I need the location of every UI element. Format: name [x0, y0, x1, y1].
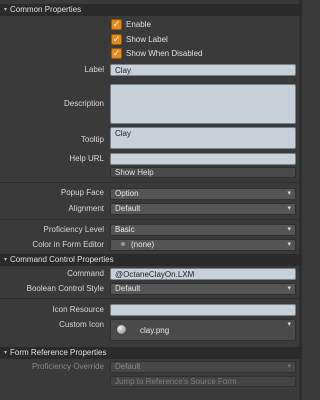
description-textarea[interactable] — [110, 84, 296, 124]
chevron-down-icon: ▾ — [287, 190, 291, 197]
show-label-label: Show Label — [126, 35, 168, 44]
label-field-label: Label — [84, 65, 104, 74]
collapse-triangle-icon: ▾ — [4, 350, 8, 356]
icon-resource-label: Icon Resource — [52, 305, 104, 314]
tooltip-textarea[interactable]: Clay — [110, 127, 296, 149]
proficiency-level-dropdown[interactable]: Basic ▾ — [110, 224, 296, 236]
proficiency-level-label: Proficiency Level — [43, 225, 104, 234]
show-when-disabled-label: Show When Disabled — [126, 49, 203, 58]
chevron-down-icon: ▾ — [287, 285, 291, 292]
boolean-control-style-dropdown[interactable]: Default ▾ — [110, 283, 296, 295]
command-input[interactable]: @OctaneClayOn.LXM — [110, 268, 296, 280]
checkmark-icon: ✓ — [112, 48, 121, 58]
section-title: Command Control Properties — [10, 255, 114, 264]
chevron-down-icon: ▾ — [287, 241, 291, 248]
collapse-triangle-icon: ▾ — [4, 257, 8, 263]
section-title: Common Properties — [10, 5, 82, 14]
chevron-down-icon: ▾ — [287, 321, 291, 328]
collapse-triangle-icon: ▾ — [4, 7, 8, 13]
divider — [0, 219, 302, 220]
boolean-control-style-label: Boolean Control Style — [26, 284, 104, 293]
proficiency-level-value: Basic — [115, 225, 135, 234]
panel-scrollbar[interactable] — [299, 0, 302, 400]
enable-label: Enable — [126, 20, 151, 29]
color-value: (none) — [131, 240, 155, 249]
section-title: Form Reference Properties — [10, 348, 107, 357]
chevron-down-icon: ▾ — [287, 205, 291, 212]
checkmark-icon: ✓ — [112, 34, 121, 44]
clay-sphere-icon — [117, 325, 126, 334]
command-control-properties-header[interactable]: ▾ Command Control Properties — [0, 254, 302, 266]
proficiency-override-label: Proficiency Override — [31, 362, 104, 371]
common-properties-header[interactable]: ▾ Common Properties — [0, 4, 302, 16]
alignment-value: Default — [115, 204, 141, 213]
form-reference-properties-header[interactable]: ▾ Form Reference Properties — [0, 347, 302, 359]
help-url-input[interactable] — [110, 153, 296, 165]
color-in-form-editor-dropdown[interactable]: (none) ▾ — [110, 239, 296, 251]
alignment-dropdown[interactable]: Default ▾ — [110, 203, 296, 215]
icon-resource-input[interactable] — [110, 304, 296, 316]
checkmark-icon: ✓ — [112, 19, 121, 29]
custom-icon-filename: clay.png — [140, 326, 170, 335]
popup-face-dropdown[interactable]: Option ▾ — [110, 188, 296, 200]
help-url-label: Help URL — [69, 154, 104, 163]
tooltip-label: Tooltip — [80, 135, 104, 144]
description-label: Description — [63, 99, 104, 108]
chevron-down-icon: ▾ — [287, 226, 291, 233]
command-label: Command — [67, 269, 104, 278]
boolean-control-style-value: Default — [115, 284, 141, 293]
proficiency-override-dropdown[interactable]: Default ▾ — [110, 361, 296, 373]
color-in-form-editor-label: Color in Form Editor — [32, 240, 104, 249]
divider — [0, 298, 302, 299]
divider — [0, 182, 302, 183]
popup-face-value: Option — [115, 189, 139, 198]
show-label-checkbox[interactable]: ✓ — [111, 34, 122, 45]
label-input[interactable]: Clay — [110, 64, 296, 76]
show-when-disabled-checkbox[interactable]: ✓ — [111, 48, 122, 59]
show-help-button[interactable]: Show Help — [110, 167, 296, 178]
color-swatch-icon — [121, 242, 125, 247]
jump-to-source-form-button[interactable]: Jump to Reference's Source Form — [110, 376, 296, 387]
alignment-label: Alignment — [68, 204, 104, 213]
custom-icon-label: Custom Icon — [59, 320, 104, 329]
popup-face-label: Popup Face — [60, 188, 104, 197]
custom-icon-picker[interactable]: clay.png ▾ — [110, 319, 296, 341]
proficiency-override-value: Default — [115, 362, 141, 371]
enable-checkbox[interactable]: ✓ — [111, 19, 122, 30]
chevron-down-icon: ▾ — [287, 363, 291, 370]
